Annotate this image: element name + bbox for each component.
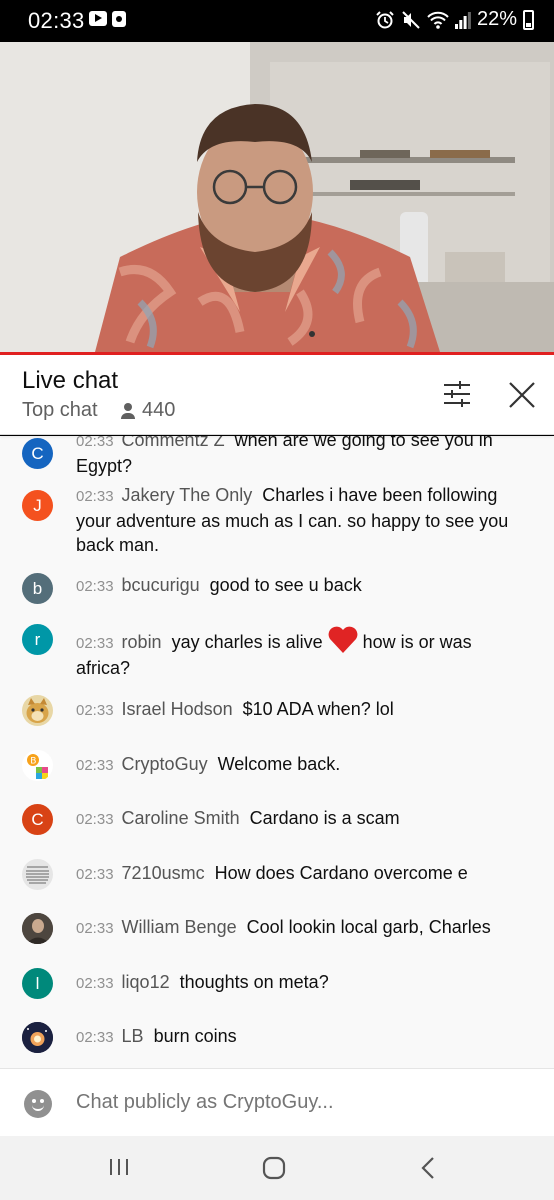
status-bar: 02:33 22% bbox=[0, 0, 554, 42]
message-author[interactable]: bcucurigu bbox=[122, 575, 200, 595]
chat-header: Live chat Top chat 440 bbox=[0, 355, 554, 435]
video-player[interactable] bbox=[0, 42, 554, 352]
recent-apps-button[interactable] bbox=[108, 1156, 130, 1178]
sliders-icon bbox=[444, 381, 470, 407]
message-text: Cardano is a scam bbox=[249, 808, 400, 828]
emoji-face-icon-mouth bbox=[32, 1104, 44, 1111]
message-body: 02:33 Israel Hodson $10 ADA when? lol bbox=[76, 697, 526, 723]
message-text: thoughts on meta? bbox=[179, 972, 329, 992]
chat-input[interactable] bbox=[76, 1091, 516, 1114]
message-time: 02:33 bbox=[76, 920, 114, 937]
doge-avatar bbox=[22, 695, 53, 726]
red-heart-emoji-icon bbox=[328, 626, 358, 653]
status-time: 02:33 bbox=[28, 8, 85, 33]
emoji-face-icon-eye bbox=[40, 1099, 44, 1103]
message-author[interactable]: robin bbox=[122, 632, 162, 652]
message-author[interactable]: William Benge bbox=[122, 917, 237, 937]
chat-title: Live chat bbox=[22, 367, 119, 394]
svg-text:B: B bbox=[30, 757, 36, 767]
message-text: Welcome back. bbox=[217, 754, 341, 774]
alarm-icon bbox=[376, 10, 394, 28]
wifi-icon bbox=[427, 11, 449, 29]
back-button[interactable] bbox=[420, 1156, 436, 1180]
video-frame bbox=[0, 42, 554, 352]
message-time: 02:33 bbox=[76, 436, 114, 450]
home-button[interactable] bbox=[262, 1156, 286, 1180]
avatar: J bbox=[22, 490, 53, 521]
message-author[interactable]: LB bbox=[122, 1026, 144, 1046]
viewer-count: 440 bbox=[120, 399, 175, 422]
status-right: 22% bbox=[375, 8, 534, 31]
message-body: 02:33 Commentz Zwhen are we going to see … bbox=[76, 436, 526, 478]
message-time: 02:33 bbox=[76, 488, 114, 505]
message-body: 02:33 robin yay charles is alive how is or … bbox=[76, 626, 526, 680]
message-body: 02:33 Jakery The Only Charles i have been … bbox=[76, 483, 526, 557]
message-author[interactable]: Jakery The Only bbox=[122, 485, 253, 505]
space-avatar bbox=[22, 1022, 53, 1053]
message-text: How does Cardano overcome e bbox=[214, 863, 468, 883]
message-time: 02:33 bbox=[76, 1029, 114, 1046]
message-text: burn coins bbox=[153, 1026, 237, 1046]
avatar: C bbox=[22, 438, 53, 469]
message-text: yay charles is alive bbox=[171, 632, 323, 652]
chat-filter-button[interactable] bbox=[440, 379, 474, 409]
avatar: r bbox=[22, 624, 53, 655]
signal-icon bbox=[454, 11, 471, 29]
chat-mode-selector[interactable]: Top chat bbox=[22, 399, 98, 422]
close-chat-button[interactable] bbox=[506, 379, 538, 411]
message-text: Cool lookin local garb, Charles bbox=[246, 917, 491, 937]
message-author[interactable]: 7210usmc bbox=[122, 863, 205, 883]
message-body: 02:33 bcucurigu good to see u back bbox=[76, 573, 526, 599]
battery-percent: 22% bbox=[476, 8, 517, 30]
avatar: b bbox=[22, 573, 53, 604]
emoji-face-icon bbox=[32, 1099, 36, 1103]
close-icon bbox=[509, 382, 535, 408]
document-avatar bbox=[22, 859, 53, 890]
crypto-avatar: B bbox=[22, 750, 53, 781]
record-notification-icon bbox=[112, 11, 126, 27]
message-body: 02:33 liqo12 thoughts on meta? bbox=[76, 970, 526, 996]
message-time: 02:33 bbox=[76, 866, 114, 883]
message-time: 02:33 bbox=[76, 702, 114, 719]
message-author[interactable]: liqo12 bbox=[122, 972, 170, 992]
message-text: $10 ADA when? lol bbox=[242, 699, 394, 719]
message-author[interactable]: Israel Hodson bbox=[122, 699, 233, 719]
avatar: C bbox=[22, 804, 53, 835]
message-body: 02:33 LB burn coins bbox=[76, 1024, 526, 1050]
message-body: 02:33 Caroline Smith Cardano is a scam bbox=[76, 806, 526, 832]
message-body: 02:33 7210usmc How does Cardano overcome e bbox=[76, 861, 526, 887]
chat-messages[interactable]: C 02:33 Commentz Zwhen are we going to se… bbox=[0, 436, 554, 1068]
message-text: good to see u back bbox=[209, 575, 362, 595]
message-time: 02:33 bbox=[76, 635, 114, 652]
system-nav-bar bbox=[0, 1136, 554, 1200]
mute-icon bbox=[402, 10, 420, 29]
message-time: 02:33 bbox=[76, 975, 114, 992]
message-body: 02:33 CryptoGuy Welcome back. bbox=[76, 752, 526, 778]
message-time: 02:33 bbox=[76, 757, 114, 774]
photo-avatar bbox=[22, 913, 53, 944]
chat-input-bar bbox=[0, 1068, 554, 1136]
message-time: 02:33 bbox=[76, 578, 114, 595]
battery-icon bbox=[523, 9, 534, 30]
emoji-button[interactable] bbox=[24, 1090, 52, 1118]
message-author[interactable]: Commentz Z bbox=[122, 436, 225, 450]
viewer-count-value: 440 bbox=[142, 399, 176, 421]
person-icon bbox=[120, 402, 136, 419]
message-author[interactable]: Caroline Smith bbox=[122, 808, 240, 828]
youtube-notification-icon bbox=[89, 11, 107, 26]
message-body: 02:33 William Benge Cool lookin local garb… bbox=[76, 915, 526, 941]
message-time: 02:33 bbox=[76, 811, 114, 828]
message-author[interactable]: CryptoGuy bbox=[122, 754, 208, 774]
avatar: l bbox=[22, 968, 53, 999]
